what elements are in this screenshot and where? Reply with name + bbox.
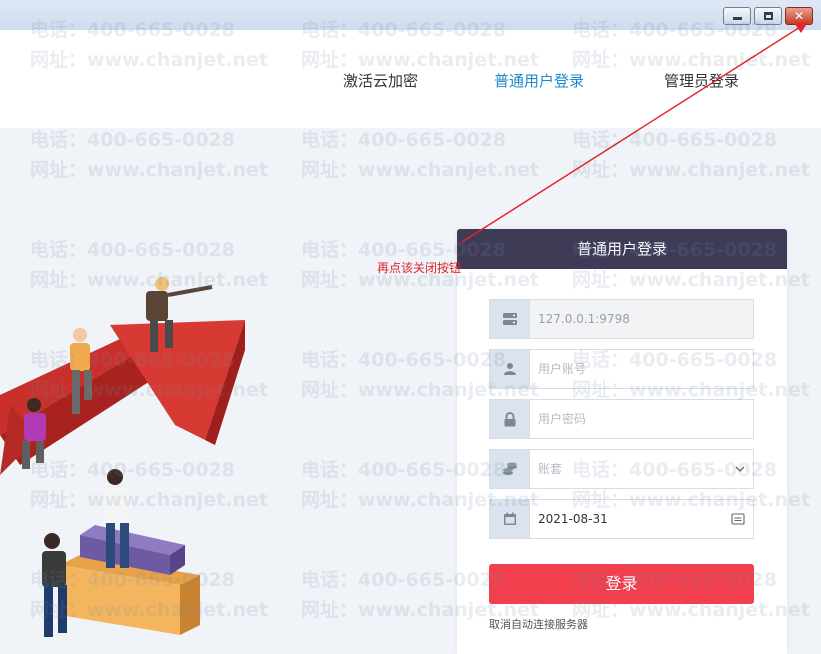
annotation-text: 再点该关闭按钮	[377, 261, 462, 275]
book-field[interactable]: 账套	[489, 449, 754, 489]
lock-icon	[490, 400, 530, 438]
coins-icon	[490, 450, 530, 488]
minimize-icon	[732, 17, 742, 20]
watermark: 电话：400-665-0028网址：www.chanjet.net	[30, 129, 268, 181]
close-button[interactable]: ✕	[785, 7, 813, 25]
book-select[interactable]: 账套	[530, 450, 753, 488]
login-panel: 普通用户登录 127.0.0.1:9798 用户账号 用户密码 账套 2021-…	[457, 229, 787, 654]
date-input[interactable]: 2021-08-31	[530, 500, 753, 538]
server-input[interactable]: 127.0.0.1:9798	[530, 300, 753, 338]
login-panel-title: 普通用户登录	[457, 229, 787, 269]
chevron-down-icon[interactable]	[735, 450, 745, 488]
account-field[interactable]: 用户账号	[489, 349, 754, 389]
password-field[interactable]: 用户密码	[489, 399, 754, 439]
window-controls: ✕	[723, 7, 813, 25]
login-button[interactable]: 登录	[489, 564, 754, 604]
date-field[interactable]: 2021-08-31	[489, 499, 754, 539]
cancel-auto-connect-link[interactable]: 取消自动连接服务器	[489, 616, 588, 632]
maximize-icon	[763, 12, 773, 20]
nav-admin-login[interactable]: 管理员登录	[664, 70, 739, 91]
account-input[interactable]: 用户账号	[530, 350, 753, 388]
growth-illustration	[0, 277, 245, 637]
window-titlebar: ✕	[0, 0, 821, 30]
calendar-icon	[490, 500, 530, 538]
user-icon	[490, 350, 530, 388]
top-nav: 激活云加密 普通用户登录 管理员登录	[0, 30, 821, 128]
watermark: 电话：400-665-0028网址：www.chanjet.net	[572, 129, 810, 181]
nav-activate-cloud[interactable]: 激活云加密	[343, 70, 418, 91]
date-picker-icon[interactable]	[731, 500, 745, 538]
close-icon: ✕	[793, 9, 805, 23]
nav-user-login[interactable]: 普通用户登录	[494, 70, 584, 91]
minimize-button[interactable]	[723, 7, 751, 25]
server-icon	[490, 300, 530, 338]
maximize-button[interactable]	[754, 7, 782, 25]
password-input[interactable]: 用户密码	[530, 400, 753, 438]
server-field[interactable]: 127.0.0.1:9798	[489, 299, 754, 339]
watermark: 电话：400-665-0028网址：www.chanjet.net	[301, 129, 539, 181]
